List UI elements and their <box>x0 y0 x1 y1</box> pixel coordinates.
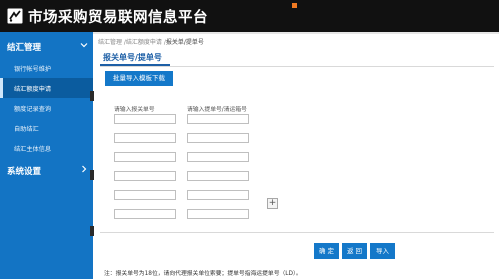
sidebar-item-label: 额度记录查询 <box>14 106 52 113</box>
sidebar: 结汇管理 银行帐号维护 结汇额度申请 额度记录查询 自助结汇 结汇主体信息 系统… <box>0 32 93 279</box>
sidebar-item-label: 自助结汇 <box>14 126 39 133</box>
sidebar-item-quota-records[interactable]: 额度记录查询 <box>0 98 93 118</box>
sidebar-item-self-settlement[interactable]: 自助结汇 <box>0 118 93 138</box>
bill-number-field[interactable] <box>187 171 249 181</box>
customs-number-field[interactable] <box>114 171 176 181</box>
customs-number-field[interactable] <box>114 209 176 219</box>
logo-icon <box>7 8 23 24</box>
import-button[interactable]: 导入 <box>370 243 395 259</box>
customs-number-field[interactable] <box>114 152 176 162</box>
window-marker <box>292 3 297 8</box>
bill-number-field[interactable] <box>187 209 249 219</box>
sidebar-item-bank-account[interactable]: 银行帐号维护 <box>0 58 93 78</box>
sidebar-item-quota-application[interactable]: 结汇额度申请 <box>0 78 93 98</box>
sidebar-group-label: 系统设置 <box>7 167 42 177</box>
sidebar-item-label: 银行帐号维护 <box>14 66 52 73</box>
bill-number-field[interactable] <box>187 152 249 162</box>
customs-number-field[interactable] <box>114 133 176 143</box>
sidebar-group-label: 结汇管理 <box>7 43 42 53</box>
breadcrumb-current: 报关单/提单号 <box>165 39 204 46</box>
sidebar-collapse-handle[interactable] <box>90 91 94 101</box>
app-window: 市场采购贸易联网信息平台 结汇管理 银行帐号维护 结汇额度申请 额度记录查询 自… <box>0 0 499 279</box>
action-divider <box>100 232 494 233</box>
customs-number-field[interactable] <box>114 190 176 200</box>
breadcrumb-path[interactable]: 结汇管理 /结汇额度申请 / <box>98 39 166 46</box>
breadcrumb: 结汇管理 /结汇额度申请 /报关单/提单号 <box>98 37 204 46</box>
bill-number-field[interactable] <box>187 133 249 143</box>
customs-number-column-label: 请输入报关单号 <box>114 107 155 113</box>
batch-import-template-download-button[interactable]: 批量导入模板下载 <box>105 71 173 86</box>
app-title: 市场采购贸易联网信息平台 <box>28 10 208 26</box>
footnote: 注：报关单号为18位，请向代理报关单位索要；提单号指海运提单号（LD）。 <box>104 271 302 277</box>
sidebar-collapse-handle[interactable] <box>90 226 94 236</box>
back-button[interactable]: 返 回 <box>342 243 367 259</box>
tab-divider <box>100 66 494 67</box>
confirm-button[interactable]: 确 定 <box>314 243 339 259</box>
sidebar-collapse-handle[interactable] <box>90 170 94 180</box>
sidebar-group-settlement[interactable]: 结汇管理 <box>0 36 93 58</box>
plus-icon: + <box>268 198 277 208</box>
sidebar-item-label: 结汇主体信息 <box>14 146 52 153</box>
content-top-edge <box>93 32 499 34</box>
add-row-button[interactable]: + <box>267 198 278 209</box>
chevron-down-icon <box>80 43 88 48</box>
bill-number-column-label: 请输入提单号/清运箱号 <box>187 107 247 113</box>
chevron-right-icon <box>82 165 87 173</box>
sidebar-item-label: 结汇额度申请 <box>14 86 52 93</box>
bill-number-field[interactable] <box>187 114 249 124</box>
customs-number-field[interactable] <box>114 114 176 124</box>
bill-number-field[interactable] <box>187 190 249 200</box>
tab-customs-declaration[interactable]: 报关单号/提单号 <box>103 52 162 63</box>
sidebar-group-system-settings[interactable]: 系统设置 <box>0 160 93 182</box>
top-bar: 市场采购贸易联网信息平台 <box>0 0 499 32</box>
sidebar-item-settlement-entity[interactable]: 结汇主体信息 <box>0 138 93 158</box>
